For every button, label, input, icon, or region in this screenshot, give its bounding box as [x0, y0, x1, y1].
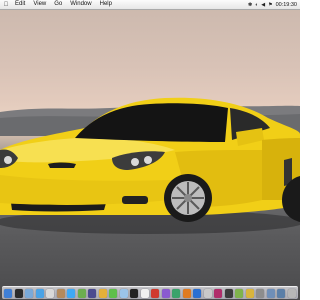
- app-icon-3[interactable]: [172, 288, 181, 298]
- volume-icon[interactable]: ◀: [261, 2, 265, 8]
- app-icon-8[interactable]: [224, 288, 233, 298]
- ical-icon[interactable]: [46, 288, 55, 298]
- desktop:  Edit View Go Window Help ✽ ◐ ◀ ⚑ 00:19…: [0, 0, 300, 300]
- dashboard-icon[interactable]: [14, 288, 23, 298]
- apple-logo-icon[interactable]: : [1, 2, 11, 8]
- menu-help[interactable]: Help: [96, 0, 116, 9]
- system-preferences-icon[interactable]: [256, 288, 265, 298]
- menu-extras: ✽ ◐ ◀ ⚑ 00:19:30: [245, 2, 300, 8]
- itunes-icon[interactable]: [67, 288, 76, 298]
- menu-clock[interactable]: 00:19:30: [276, 2, 297, 8]
- downloads-stack-icon[interactable]: [277, 288, 286, 298]
- app-icon-10[interactable]: [245, 288, 254, 298]
- ichat-icon[interactable]: [109, 288, 118, 298]
- flag-icon[interactable]: ⚑: [268, 2, 272, 8]
- address-book-icon[interactable]: [56, 288, 65, 298]
- menu-view[interactable]: View: [29, 0, 50, 9]
- imovie-icon[interactable]: [88, 288, 97, 298]
- sports-car: [0, 97, 300, 234]
- app-icon-4[interactable]: [182, 288, 191, 298]
- menu-window[interactable]: Window: [66, 0, 95, 9]
- app-icon-7[interactable]: [214, 288, 223, 298]
- garageband-icon[interactable]: [98, 288, 107, 298]
- bluetooth-icon[interactable]: ✽: [248, 2, 252, 8]
- trash-icon[interactable]: [287, 288, 296, 298]
- dock: [2, 286, 298, 299]
- app-icon-1[interactable]: [151, 288, 160, 298]
- menu-edit[interactable]: Edit: [11, 0, 29, 9]
- safari-icon[interactable]: [35, 288, 44, 298]
- finder-icon[interactable]: [4, 288, 12, 298]
- app-icon-5[interactable]: [193, 288, 202, 298]
- menu-bar:  Edit View Go Window Help ✽ ◐ ◀ ⚑ 00:19…: [0, 0, 300, 10]
- iphoto-icon[interactable]: [77, 288, 86, 298]
- app-icon-2[interactable]: [161, 288, 170, 298]
- preview-icon[interactable]: [119, 288, 128, 298]
- terminal-icon[interactable]: [130, 288, 139, 298]
- wifi-icon[interactable]: ◐: [255, 2, 258, 8]
- app-icon-9[interactable]: [235, 288, 244, 298]
- menu-go[interactable]: Go: [50, 0, 66, 9]
- documents-stack-icon[interactable]: [266, 288, 275, 298]
- app-icon-6[interactable]: [203, 288, 212, 298]
- mail-icon[interactable]: [25, 288, 34, 298]
- textedit-icon[interactable]: [140, 288, 149, 298]
